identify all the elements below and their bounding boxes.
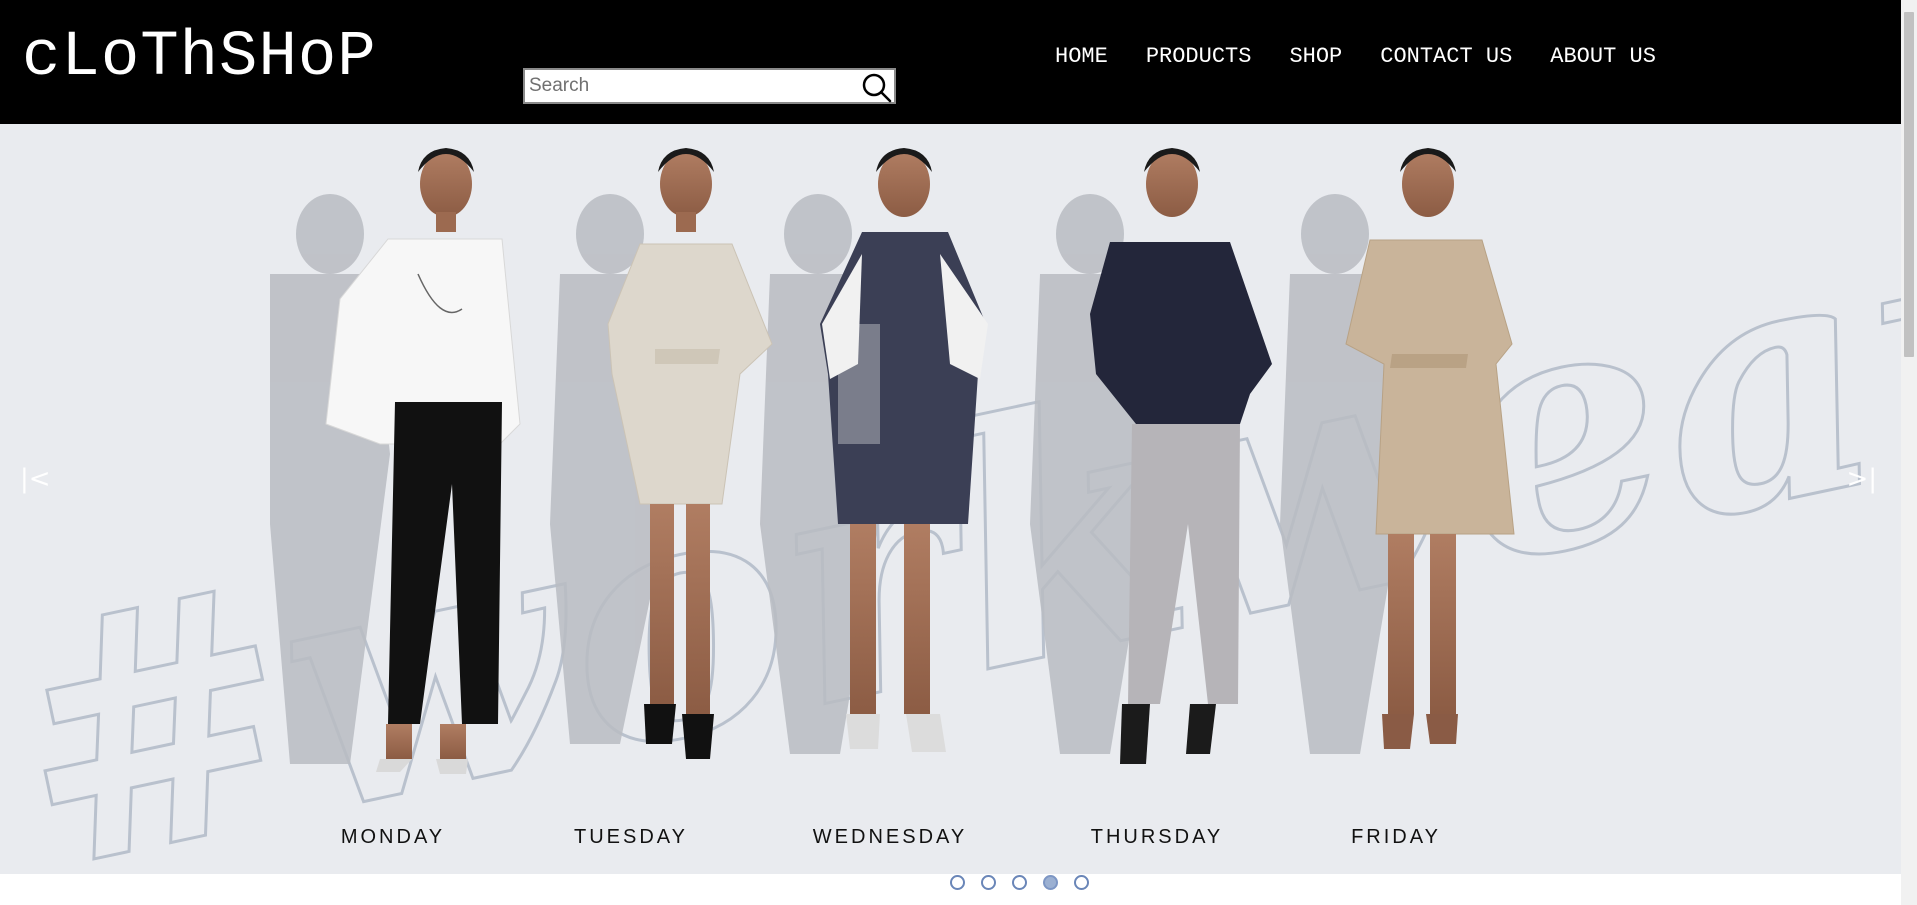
nav-about-us[interactable]: ABOUT US [1550,44,1656,69]
nav-contact-us[interactable]: CONTACT US [1380,44,1512,69]
search-box [523,68,896,104]
site-logo[interactable]: cLoThSHoP [22,22,377,94]
site-header: cLoThSHoP HOME PRODUCTS SHOP CONTACT US … [0,0,1901,124]
carousel-dot-5[interactable] [1074,875,1089,890]
day-label-tuesday: TUESDAY [574,826,688,848]
carousel-dot-4[interactable] [1043,875,1058,890]
carousel-indicators [950,875,1089,890]
day-label-thursday: THURSDAY [1090,826,1224,848]
page-scrollbar[interactable] [1901,0,1917,905]
search-icon[interactable] [860,71,892,103]
scrollbar-thumb[interactable] [1904,12,1914,357]
carousel-dot-2[interactable] [981,875,996,890]
carousel-dot-1[interactable] [950,875,965,890]
hero-slide-image: #workwear [0,131,1901,874]
search-input[interactable] [529,74,849,98]
day-label-friday: FRIDAY [1351,826,1441,848]
carousel-dot-3[interactable] [1012,875,1027,890]
carousel-prev-button[interactable]: |< [20,464,51,494]
nav-home[interactable]: HOME [1055,44,1108,69]
nav-products[interactable]: PRODUCTS [1146,44,1252,69]
main-nav: HOME PRODUCTS SHOP CONTACT US ABOUT US [1055,44,1656,69]
nav-shop[interactable]: SHOP [1289,44,1342,69]
day-label-wednesday: WEDNESDAY [812,826,968,848]
carousel-next-button[interactable]: >| [1846,464,1877,494]
day-label-monday: MONDAY [340,826,446,848]
hero-carousel: #workwear [0,124,1901,874]
